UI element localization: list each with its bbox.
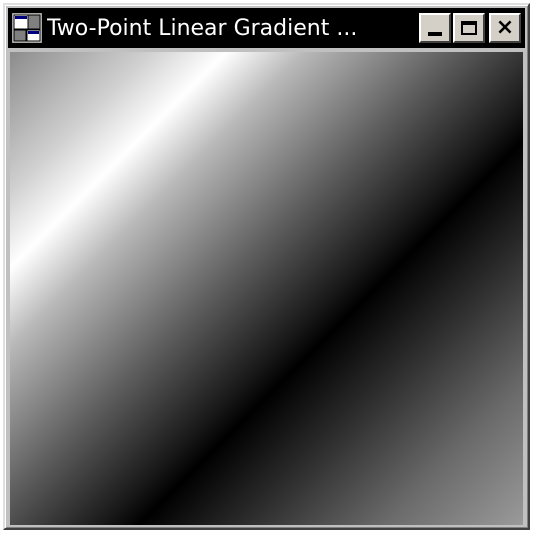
title-buttons: × [417, 13, 521, 43]
app-window: Two-Point Linear Gradient ... × [3, 3, 530, 530]
minimize-icon [428, 32, 442, 36]
window-title: Two-Point Linear Gradient ... [47, 15, 358, 41]
minimize-button[interactable] [419, 13, 451, 43]
maximize-icon [461, 21, 477, 35]
application-window-icon[interactable] [11, 12, 43, 44]
maximize-button[interactable] [453, 13, 485, 43]
title-bar[interactable]: Two-Point Linear Gradient ... × [8, 8, 525, 48]
close-button[interactable]: × [489, 13, 521, 43]
close-icon: × [495, 15, 515, 40]
gradient-canvas [10, 52, 523, 525]
